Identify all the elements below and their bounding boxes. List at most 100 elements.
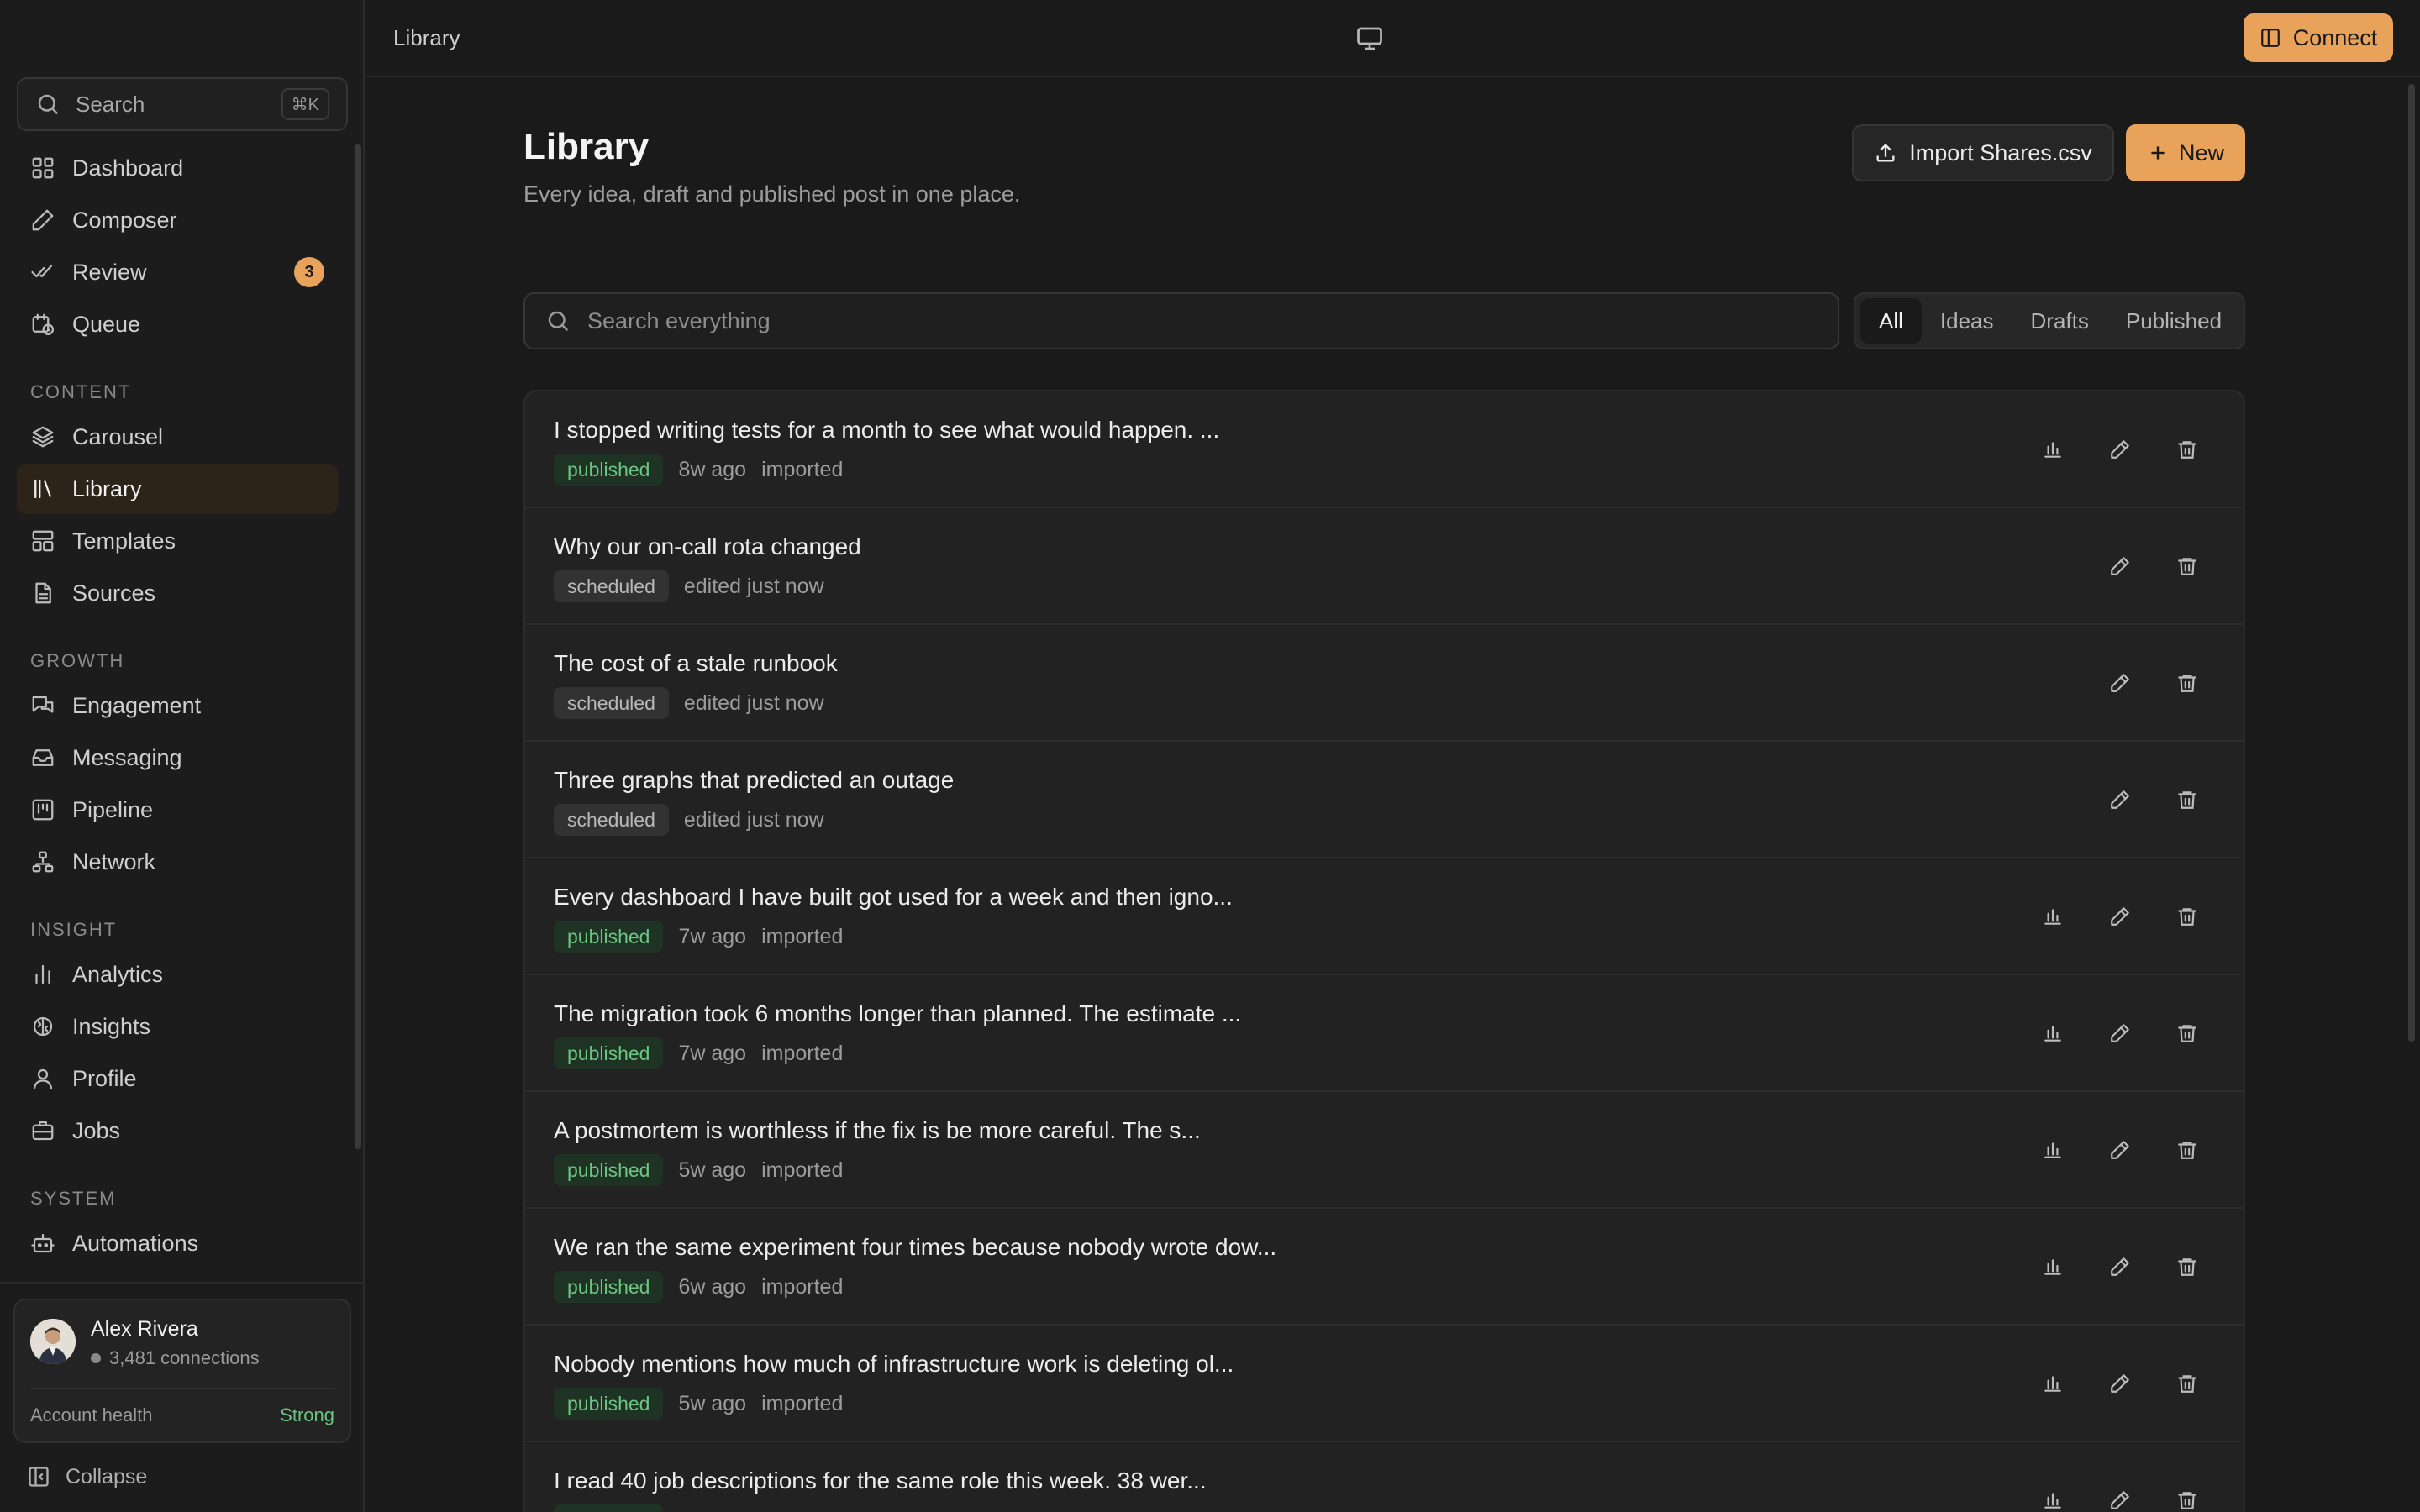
- status-badge: published: [554, 1154, 664, 1186]
- analytics-icon[interactable]: [2035, 1483, 2070, 1512]
- trash-icon[interactable]: [2170, 432, 2205, 467]
- table-row[interactable]: Nobody mentions how much of infrastructu…: [525, 1326, 2244, 1442]
- table-row[interactable]: Every dashboard I have built got used fo…: [525, 858, 2244, 975]
- sidebar-item-carousel[interactable]: Carousel: [17, 412, 338, 462]
- analytics-icon[interactable]: [2035, 432, 2070, 467]
- edit-icon[interactable]: [2102, 1016, 2138, 1051]
- sidebar-item-jobs[interactable]: Jobs: [17, 1105, 338, 1156]
- post-meta: published 7w ago imported: [554, 921, 843, 953]
- sidebar-item-insights[interactable]: Insights: [17, 1001, 338, 1052]
- post-time: 5w ago: [678, 1391, 747, 1415]
- section-system: SYSTEM: [30, 1188, 117, 1209]
- trash-icon[interactable]: [2170, 782, 2205, 817]
- kanban-icon: [32, 799, 54, 821]
- import-csv-button[interactable]: Import Shares.csv: [1852, 124, 2114, 181]
- sidebar-item-profile[interactable]: Profile: [17, 1053, 338, 1104]
- post-source: imported: [761, 1041, 844, 1065]
- table-row[interactable]: I stopped writing tests for a month to s…: [525, 391, 2244, 508]
- edit-icon[interactable]: [2102, 1366, 2138, 1401]
- post-title[interactable]: Why our on-call rota changed: [554, 533, 861, 560]
- sidebar: Search ⌘K Dashboard Composer Review 3 Queue C…: [0, 0, 365, 1512]
- sidebar-search[interactable]: Search ⌘K: [17, 77, 348, 131]
- sidebar-item-label: Pipeline: [72, 796, 154, 822]
- table-row[interactable]: The migration took 6 months longer than …: [525, 975, 2244, 1092]
- post-title[interactable]: Nobody mentions how much of infrastructu…: [554, 1351, 1234, 1378]
- post-title[interactable]: I read 40 job descriptions for the same …: [554, 1467, 1207, 1494]
- post-time: edited just now: [683, 574, 824, 598]
- table-row[interactable]: A postmortem is worthless if the fix is …: [525, 1092, 2244, 1209]
- filter-tab-all[interactable]: All: [1860, 298, 1922, 344]
- table-row[interactable]: Why our on-call rota changed scheduled e…: [525, 508, 2244, 625]
- sidebar-item-engagement[interactable]: Engagement: [17, 680, 338, 731]
- sidebar-search-label: Search: [76, 91, 145, 117]
- table-row[interactable]: We ran the same experiment four times be…: [525, 1209, 2244, 1326]
- post-list: I stopped writing tests for a month to s…: [523, 390, 2245, 1512]
- monitor-icon[interactable]: [1355, 24, 1385, 54]
- analytics-icon[interactable]: [2035, 1366, 2070, 1401]
- filter-tab-published[interactable]: Published: [2107, 298, 2240, 344]
- post-title[interactable]: The cost of a stale runbook: [554, 650, 838, 677]
- post-title[interactable]: I stopped writing tests for a month to s…: [554, 417, 1219, 444]
- edit-icon[interactable]: [2102, 665, 2138, 701]
- edit-icon[interactable]: [2102, 1249, 2138, 1284]
- sidebar-item-queue[interactable]: Queue: [17, 299, 338, 349]
- post-time: 8w ago: [678, 457, 747, 481]
- post-title[interactable]: Three graphs that predicted an outage: [554, 767, 954, 794]
- table-row[interactable]: Three graphs that predicted an outage sc…: [525, 742, 2244, 858]
- analytics-icon[interactable]: [2035, 1132, 2070, 1168]
- edit-icon[interactable]: [2102, 899, 2138, 934]
- post-title[interactable]: The migration took 6 months longer than …: [554, 1000, 1241, 1027]
- sidebar-item-analytics[interactable]: Analytics: [17, 949, 338, 1000]
- connect-button[interactable]: Connect: [2244, 13, 2393, 62]
- sidebar-item-messaging[interactable]: Messaging: [17, 732, 338, 783]
- edit-icon[interactable]: [2102, 1483, 2138, 1512]
- analytics-icon[interactable]: [2035, 1016, 2070, 1051]
- sidebar-item-network[interactable]: Network: [17, 837, 338, 887]
- edit-icon[interactable]: [2102, 1132, 2138, 1168]
- sidebar-item-label: Dashboard: [72, 155, 184, 181]
- sidebar-item-label: Automations: [72, 1230, 199, 1256]
- collapse-button[interactable]: Collapse: [27, 1460, 147, 1494]
- row-actions: [2003, 782, 2205, 817]
- post-title[interactable]: A postmortem is worthless if the fix is …: [554, 1117, 1201, 1144]
- analytics-icon[interactable]: [2035, 1249, 2070, 1284]
- account-card[interactable]: Alex Rivera 3,481 connections Account he…: [13, 1299, 351, 1443]
- main-scrollbar[interactable]: [2408, 84, 2415, 1042]
- trash-icon[interactable]: [2170, 899, 2205, 934]
- trash-icon[interactable]: [2170, 1366, 2205, 1401]
- sidebar-item-pipeline[interactable]: Pipeline: [17, 785, 338, 835]
- sidebar-item-composer[interactable]: Composer: [17, 195, 338, 245]
- filter-tab-ideas[interactable]: Ideas: [1922, 298, 2012, 344]
- edit-icon[interactable]: [2102, 782, 2138, 817]
- row-actions: [2003, 549, 2205, 584]
- status-badge: scheduled: [554, 570, 669, 602]
- sidebar-item-label: Messaging: [72, 744, 182, 770]
- post-time: 7w ago: [678, 1041, 747, 1065]
- table-row[interactable]: I read 40 job descriptions for the same …: [525, 1442, 2244, 1512]
- trash-icon[interactable]: [2170, 1249, 2205, 1284]
- sidebar-item-review[interactable]: Review 3: [17, 247, 338, 297]
- sidebar-item-sources[interactable]: Sources: [17, 568, 338, 618]
- post-source: imported: [761, 457, 844, 481]
- sidebar-item-dashboard[interactable]: Dashboard: [17, 143, 338, 193]
- trash-icon[interactable]: [2170, 1483, 2205, 1512]
- sidebar-item-automations[interactable]: Automations: [17, 1218, 338, 1268]
- search-input[interactable]: [587, 307, 1818, 334]
- post-meta: published 6w ago imported: [554, 1271, 843, 1303]
- trash-icon[interactable]: [2170, 1016, 2205, 1051]
- sidebar-scrollbar[interactable]: [355, 144, 361, 1149]
- trash-icon[interactable]: [2170, 665, 2205, 701]
- post-title[interactable]: We ran the same experiment four times be…: [554, 1234, 1276, 1261]
- post-time: edited just now: [683, 690, 824, 715]
- edit-icon[interactable]: [2102, 549, 2138, 584]
- sidebar-item-library[interactable]: Library: [17, 464, 338, 514]
- filter-tab-drafts[interactable]: Drafts: [2012, 298, 2107, 344]
- trash-icon[interactable]: [2170, 549, 2205, 584]
- sidebar-item-templates[interactable]: Templates: [17, 516, 338, 566]
- post-title[interactable]: Every dashboard I have built got used fo…: [554, 884, 1233, 911]
- trash-icon[interactable]: [2170, 1132, 2205, 1168]
- edit-icon[interactable]: [2102, 432, 2138, 467]
- table-row[interactable]: The cost of a stale runbook scheduled ed…: [525, 625, 2244, 742]
- analytics-icon[interactable]: [2035, 899, 2070, 934]
- new-post-button[interactable]: New: [2126, 124, 2245, 181]
